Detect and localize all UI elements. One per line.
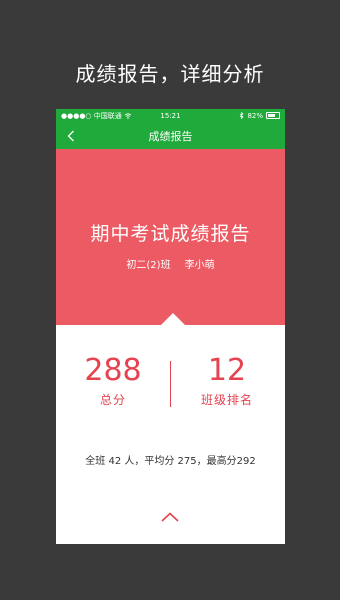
total-score-stat: 288 总分 bbox=[56, 355, 170, 408]
class-summary: 全班 42 人，平均分 275，最高分292 bbox=[85, 456, 256, 467]
wifi-icon bbox=[124, 112, 132, 119]
class-rank-stat: 12 班级排名 bbox=[170, 355, 284, 408]
battery-percent: 82% bbox=[247, 111, 263, 120]
class-name: 初二(2)班 bbox=[126, 260, 171, 271]
status-left: ●●●●○ 中国联通 bbox=[61, 111, 132, 121]
class-rank-label: 班级排名 bbox=[200, 393, 253, 407]
nav-title: 成绩报告 bbox=[148, 129, 193, 143]
chevron-up-icon bbox=[161, 512, 179, 522]
status-right: 82% bbox=[239, 112, 280, 120]
student-info: 初二(2)班 李小萌 bbox=[56, 256, 285, 271]
expand-button[interactable] bbox=[159, 509, 181, 525]
stats-panel: 288 总分 12 班级排名 bbox=[56, 325, 285, 415]
total-score-value: 288 bbox=[84, 353, 142, 388]
chevron-left-icon bbox=[67, 130, 74, 141]
nav-bar: 成绩报告 bbox=[56, 122, 285, 149]
promo-caption: 成绩报告，详细分析 bbox=[75, 62, 265, 86]
status-bar: ●●●●○ 中国联通 15:21 82% bbox=[56, 109, 285, 122]
back-button[interactable] bbox=[61, 122, 81, 149]
battery-icon bbox=[266, 112, 280, 119]
class-rank-value: 12 bbox=[207, 353, 247, 388]
report-header: 期中考试成绩报告 初二(2)班 李小萌 bbox=[56, 149, 285, 326]
total-score-label: 总分 bbox=[99, 393, 126, 407]
phone-screen: ●●●●○ 中国联通 15:21 82% 成绩报告 期中考试成绩报告 初二(2)… bbox=[56, 109, 285, 544]
report-title: 期中考试成绩报告 bbox=[90, 223, 251, 245]
student-name: 李小萌 bbox=[184, 260, 215, 271]
bluetooth-icon bbox=[240, 112, 244, 119]
carrier-label: ●●●●○ 中国联通 bbox=[61, 111, 122, 120]
